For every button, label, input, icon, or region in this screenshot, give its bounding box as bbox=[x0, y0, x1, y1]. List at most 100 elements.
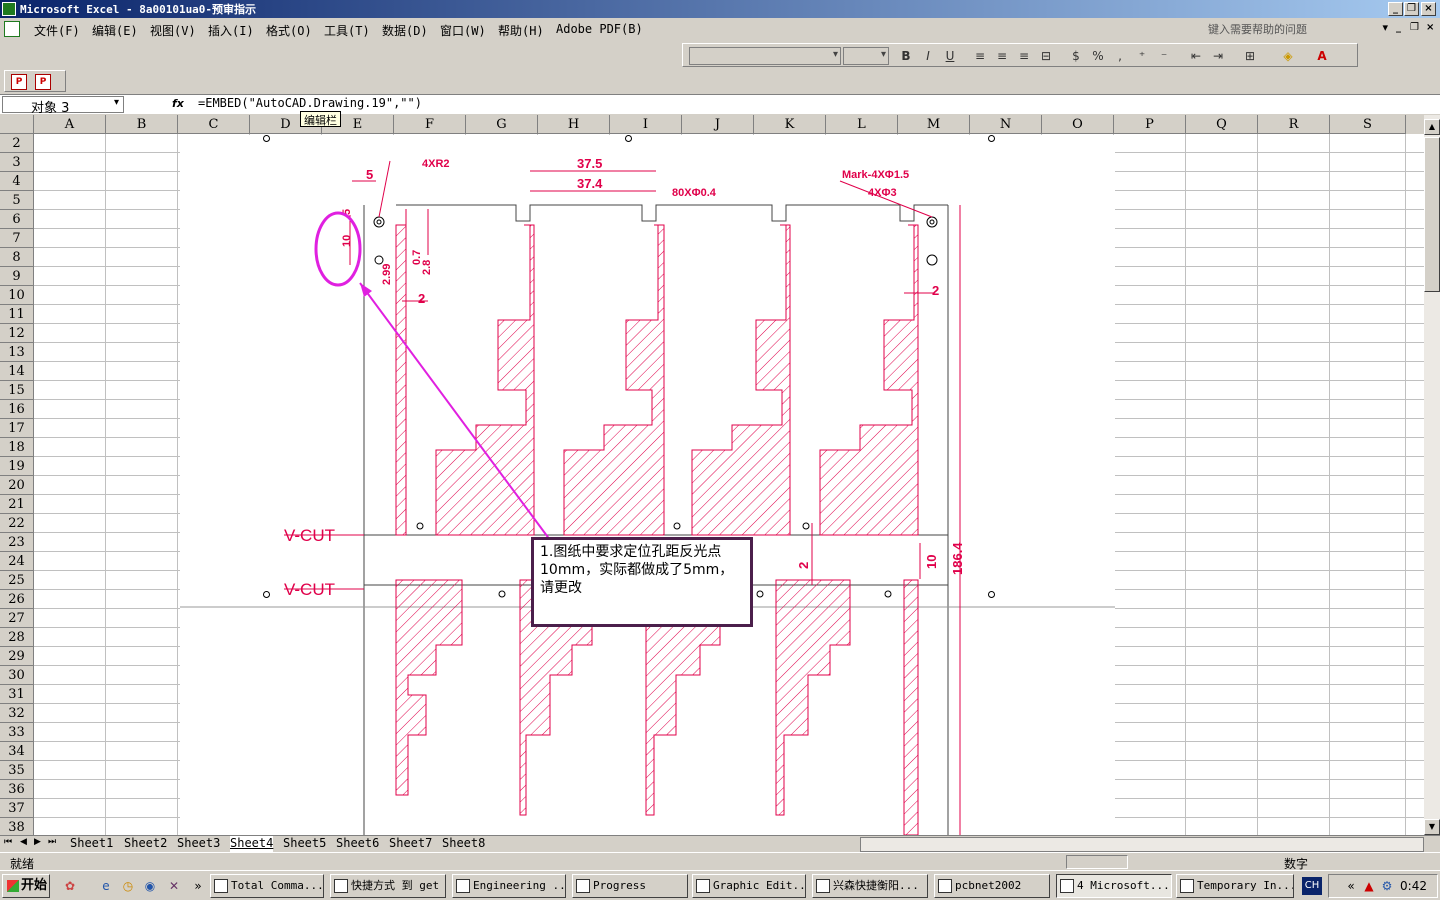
row-header[interactable]: 30 bbox=[0, 666, 34, 685]
formula-input[interactable]: =EMBED("AutoCAD.Drawing.19","") bbox=[198, 96, 422, 110]
column-header[interactable]: I bbox=[610, 115, 682, 134]
row-header[interactable]: 37 bbox=[0, 799, 34, 818]
row-header[interactable]: 34 bbox=[0, 742, 34, 761]
scroll-up-icon[interactable]: ▲ bbox=[1424, 119, 1440, 135]
outlook-icon[interactable]: ◉ bbox=[142, 878, 158, 894]
increase-indent-icon[interactable]: ⇥ bbox=[1209, 48, 1227, 64]
minimize-button[interactable]: _ bbox=[1388, 2, 1403, 16]
row-header[interactable]: 15 bbox=[0, 381, 34, 400]
input-language-indicator[interactable]: CH bbox=[1302, 877, 1322, 895]
row-header[interactable]: 2 bbox=[0, 134, 34, 153]
vertical-scrollbar[interactable]: ▲ ▼ bbox=[1424, 115, 1440, 835]
row-header[interactable]: 9 bbox=[0, 267, 34, 286]
row-header[interactable]: 21 bbox=[0, 495, 34, 514]
align-right-icon[interactable]: ≡ bbox=[1015, 48, 1033, 64]
sheet-tab[interactable]: Sheet7 bbox=[389, 836, 432, 852]
tray-network-icon[interactable]: ⚙ bbox=[1379, 878, 1395, 894]
resize-handle[interactable] bbox=[988, 591, 995, 598]
column-header[interactable]: P bbox=[1114, 115, 1186, 134]
sheet-tab[interactable]: Sheet1 bbox=[70, 836, 113, 852]
quicklaunch-icon[interactable]: ✿ bbox=[62, 878, 78, 894]
sheet-tab[interactable]: Sheet3 bbox=[177, 836, 220, 852]
row-header[interactable]: 25 bbox=[0, 571, 34, 590]
sheet-tab[interactable]: Sheet6 bbox=[336, 836, 379, 852]
prev-sheet-icon[interactable]: ◀ bbox=[20, 837, 27, 847]
row-header[interactable]: 10 bbox=[0, 286, 34, 305]
comma-icon[interactable]: , bbox=[1111, 48, 1129, 64]
row-header[interactable]: 14 bbox=[0, 362, 34, 381]
increase-decimal-icon[interactable]: ⁺ bbox=[1133, 48, 1151, 64]
close-x-icon[interactable]: ✕ bbox=[166, 878, 182, 894]
taskbar-item[interactable]: pcbnet2002 bbox=[934, 874, 1050, 898]
column-header[interactable]: F bbox=[394, 115, 466, 134]
taskbar-item[interactable]: 兴森快捷衡阳... bbox=[812, 874, 928, 898]
row-header[interactable]: 19 bbox=[0, 457, 34, 476]
taskbar-item[interactable]: Temporary In... bbox=[1176, 874, 1294, 898]
sheet-tab[interactable]: Sheet8 bbox=[442, 836, 485, 852]
menu-window[interactable]: 窗口(W) bbox=[440, 22, 486, 39]
italic-icon[interactable]: I bbox=[919, 48, 937, 64]
select-all-corner[interactable] bbox=[0, 115, 34, 134]
column-header[interactable]: R bbox=[1258, 115, 1330, 134]
taskbar-item[interactable]: Engineering ... bbox=[452, 874, 566, 898]
column-header[interactable]: Q bbox=[1186, 115, 1258, 134]
menu-adobe-pdf[interactable]: Adobe PDF(B) bbox=[556, 22, 643, 36]
align-center-icon[interactable]: ≡ bbox=[993, 48, 1011, 64]
underline-icon[interactable]: U bbox=[941, 48, 959, 64]
row-header[interactable]: 24 bbox=[0, 552, 34, 571]
menu-file[interactable]: 文件(F) bbox=[34, 22, 80, 39]
column-header[interactable]: J bbox=[682, 115, 754, 134]
resize-handle[interactable] bbox=[625, 135, 632, 142]
vertical-scroll-thumb[interactable] bbox=[1424, 137, 1440, 292]
column-header[interactable]: G bbox=[466, 115, 538, 134]
menu-edit[interactable]: 编辑(E) bbox=[92, 22, 138, 39]
column-header[interactable]: S bbox=[1330, 115, 1406, 134]
row-header[interactable]: 23 bbox=[0, 533, 34, 552]
more-quicklaunch-icon[interactable]: » bbox=[190, 878, 206, 894]
doc-restore-button[interactable]: ❐ bbox=[1410, 22, 1419, 33]
taskbar-item[interactable]: Progress bbox=[572, 874, 688, 898]
resize-handle[interactable] bbox=[988, 135, 995, 142]
row-header[interactable]: 28 bbox=[0, 628, 34, 647]
tray-expand-icon[interactable]: « bbox=[1343, 878, 1359, 894]
autocad-drawing-object[interactable]: 5 4XR2 37.5 37.4 80XΦ0.4 Mark-4XΦ1.5 4XΦ… bbox=[180, 135, 1115, 835]
row-header[interactable]: 12 bbox=[0, 324, 34, 343]
first-sheet-icon[interactable]: ⏮ bbox=[4, 837, 12, 847]
font-size-combo[interactable] bbox=[843, 47, 889, 65]
fill-color-icon[interactable]: ◈ bbox=[1279, 48, 1297, 64]
bold-icon[interactable]: B bbox=[897, 48, 915, 64]
column-header[interactable]: H bbox=[538, 115, 610, 134]
doc-minimize-button[interactable]: _ bbox=[1396, 22, 1401, 33]
row-header[interactable]: 22 bbox=[0, 514, 34, 533]
menu-insert[interactable]: 插入(I) bbox=[208, 22, 254, 39]
insert-function-button[interactable]: fx bbox=[172, 97, 184, 110]
review-comment-callout[interactable]: 1.图纸中要求定位孔距反光点10mm，实际都做成了5mm，请更改 bbox=[531, 537, 753, 627]
last-sheet-icon[interactable]: ⏭ bbox=[48, 837, 56, 847]
tray-app-icon[interactable]: ▲ bbox=[1361, 878, 1377, 894]
row-header[interactable]: 8 bbox=[0, 248, 34, 267]
decrease-indent-icon[interactable]: ⇤ bbox=[1187, 48, 1205, 64]
ie-icon[interactable]: e bbox=[98, 878, 114, 894]
menu-format[interactable]: 格式(O) bbox=[266, 22, 312, 39]
doc-close-button[interactable]: × bbox=[1426, 22, 1434, 33]
name-box[interactable]: 对象 3 bbox=[2, 96, 124, 116]
column-header[interactable]: C bbox=[178, 115, 250, 134]
row-header[interactable]: 38 bbox=[0, 818, 34, 835]
clock-app-icon[interactable]: ◷ bbox=[120, 878, 136, 894]
row-header[interactable]: 26 bbox=[0, 590, 34, 609]
decrease-decimal-icon[interactable]: ⁻ bbox=[1155, 48, 1173, 64]
sheet-tab[interactable]: Sheet5 bbox=[283, 836, 326, 852]
taskbar-item-active[interactable]: 4 Microsoft... bbox=[1056, 874, 1172, 898]
taskbar-item[interactable]: 快捷方式 到 get bbox=[330, 874, 446, 898]
close-button[interactable]: × bbox=[1421, 2, 1436, 16]
taskbar-item[interactable]: Total Comma... bbox=[210, 874, 324, 898]
horizontal-scrollbar[interactable] bbox=[860, 837, 1424, 852]
font-color-icon[interactable]: A bbox=[1313, 48, 1331, 64]
row-header[interactable]: 27 bbox=[0, 609, 34, 628]
worksheet-grid[interactable]: A B C D E F G H I J K L M N O P Q R S 23… bbox=[0, 115, 1424, 835]
menu-data[interactable]: 数据(D) bbox=[382, 22, 428, 39]
borders-icon[interactable]: ⊞ bbox=[1241, 48, 1259, 64]
sheet-tab-active[interactable]: Sheet4 bbox=[230, 836, 274, 852]
column-header[interactable]: B bbox=[106, 115, 178, 134]
align-left-icon[interactable]: ≡ bbox=[971, 48, 989, 64]
